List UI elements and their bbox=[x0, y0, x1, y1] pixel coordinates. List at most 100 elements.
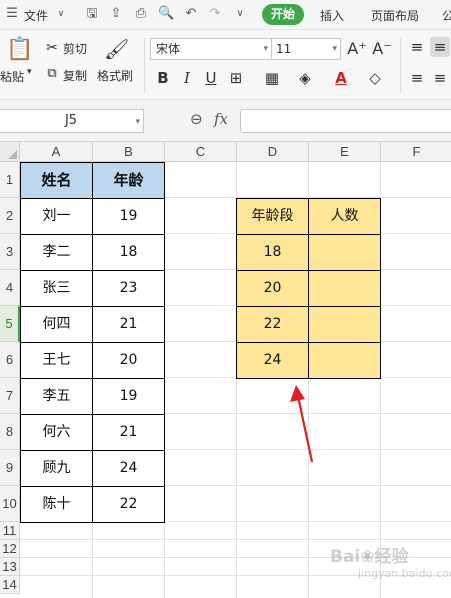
font-name-select[interactable]: 宋体 ▾ bbox=[150, 38, 272, 60]
cell-a1-header-name[interactable]: 姓名 bbox=[20, 162, 93, 199]
row-header-1[interactable]: 1 bbox=[0, 162, 20, 198]
function-icon[interactable]: fx bbox=[214, 110, 228, 128]
borders-icon[interactable]: ⊞ bbox=[226, 68, 246, 88]
font-color-icon[interactable]: A bbox=[331, 68, 351, 88]
cell-reference: J5 bbox=[64, 113, 78, 128]
clear-format-icon[interactable]: ◇ bbox=[365, 68, 385, 88]
bold-button[interactable]: B bbox=[153, 68, 173, 88]
cell-age[interactable]: 21 bbox=[92, 414, 165, 451]
format-painter-button[interactable]: 格式刷 bbox=[97, 67, 133, 84]
cell-name[interactable]: 刘一 bbox=[20, 198, 93, 235]
undo-icon[interactable]: ↶ bbox=[183, 6, 199, 22]
cell-count[interactable] bbox=[308, 306, 381, 343]
cell-age[interactable]: 24 bbox=[92, 450, 165, 487]
row-header-9[interactable]: 9 bbox=[0, 450, 20, 486]
align-middle-icon[interactable]: ≡ bbox=[430, 37, 450, 57]
menu-file[interactable]: 文件 bbox=[24, 7, 48, 24]
name-box[interactable]: J5 ▾ bbox=[0, 109, 144, 133]
column-header-b[interactable]: B bbox=[93, 142, 165, 162]
cell-age-band[interactable]: 20 bbox=[236, 270, 309, 307]
tab-page-layout[interactable]: 页面布局 bbox=[371, 7, 419, 24]
row-header-7[interactable]: 7 bbox=[0, 378, 20, 414]
align-top-icon[interactable]: ≡ bbox=[407, 37, 427, 57]
cell-name[interactable]: 张三 bbox=[20, 270, 93, 307]
cell-name[interactable]: 何四 bbox=[20, 306, 93, 343]
italic-button[interactable]: I bbox=[177, 68, 197, 88]
formula-input[interactable] bbox=[240, 109, 451, 133]
redo-icon[interactable]: ↷ bbox=[207, 6, 223, 22]
cell-name[interactable]: 顾九 bbox=[20, 450, 93, 487]
cell-age[interactable]: 20 bbox=[92, 342, 165, 379]
chevron-down-icon[interactable]: ∨ bbox=[53, 6, 69, 22]
cell-age-band[interactable]: 24 bbox=[236, 342, 309, 379]
tab-home[interactable]: 开始 bbox=[262, 4, 304, 25]
column-header-f[interactable]: F bbox=[381, 142, 451, 162]
column-header-d[interactable]: D bbox=[237, 142, 309, 162]
save-icon[interactable]: 🖫 bbox=[84, 6, 100, 22]
column-header-a[interactable]: A bbox=[20, 142, 93, 162]
cell-name[interactable]: 王七 bbox=[20, 342, 93, 379]
menu-lines-icon[interactable]: ☰ bbox=[4, 6, 20, 22]
cell-count[interactable] bbox=[308, 342, 381, 379]
cell-name[interactable]: 李二 bbox=[20, 234, 93, 271]
row-header-11[interactable]: 11 bbox=[0, 522, 20, 540]
cell-age[interactable]: 19 bbox=[92, 198, 165, 235]
row-header-10[interactable]: 10 bbox=[0, 486, 20, 522]
row-header-12[interactable]: 12 bbox=[0, 540, 20, 558]
format-painter-icon[interactable]: 🖌 bbox=[104, 36, 129, 62]
cell-b1-header-age[interactable]: 年龄 bbox=[92, 162, 165, 199]
paste-icon[interactable]: 📋 bbox=[6, 36, 33, 64]
align-left-icon[interactable]: ≡ bbox=[407, 68, 427, 88]
zoom-search-icon[interactable]: ⊖ bbox=[190, 110, 203, 128]
cell-age[interactable]: 22 bbox=[92, 486, 165, 523]
row-header-8[interactable]: 8 bbox=[0, 414, 20, 450]
cell-d2-header-age-band[interactable]: 年龄段 bbox=[236, 198, 309, 235]
row-header-13[interactable]: 13 bbox=[0, 558, 20, 576]
increase-font-icon[interactable]: A⁺ bbox=[347, 39, 367, 59]
chevron-down-icon: ▾ bbox=[263, 44, 268, 54]
fill-style-icon[interactable]: ▦ bbox=[262, 68, 282, 88]
cell-name[interactable]: 李五 bbox=[20, 378, 93, 415]
cell-age-band[interactable]: 22 bbox=[236, 306, 309, 343]
tab-formulas[interactable]: 公 bbox=[442, 7, 451, 24]
column-header-e[interactable]: E bbox=[309, 142, 381, 162]
chevron-down-icon: ▾ bbox=[135, 117, 140, 127]
row-header-6[interactable]: 6 bbox=[0, 342, 20, 378]
arrow-head bbox=[290, 385, 305, 402]
font-size-select[interactable]: 11 ▾ bbox=[271, 38, 341, 60]
decrease-font-icon[interactable]: A⁻ bbox=[372, 39, 392, 59]
row-header-2[interactable]: 2 bbox=[0, 198, 20, 234]
copy-button[interactable]: 复制 bbox=[63, 67, 87, 84]
row-header-5[interactable]: 5 bbox=[0, 306, 20, 342]
cell-age[interactable]: 23 bbox=[92, 270, 165, 307]
cell-age-band[interactable]: 18 bbox=[236, 234, 309, 271]
print-preview-icon[interactable]: 🔍 bbox=[158, 6, 174, 22]
row-header-3[interactable]: 3 bbox=[0, 234, 20, 270]
more-icon[interactable]: ∨ bbox=[232, 6, 248, 22]
scissors-icon[interactable]: ✂ bbox=[42, 38, 62, 58]
fill-color-icon[interactable]: ◈ bbox=[295, 68, 315, 88]
cut-button[interactable]: 剪切 bbox=[63, 40, 87, 57]
cell-name[interactable]: 何六 bbox=[20, 414, 93, 451]
underline-button[interactable]: U bbox=[201, 68, 221, 88]
cell-name[interactable]: 陈十 bbox=[20, 486, 93, 523]
paste-dropdown-icon[interactable]: ▾ bbox=[27, 67, 32, 77]
copy-icon[interactable]: ⧉ bbox=[42, 64, 62, 84]
cell-age[interactable]: 18 bbox=[92, 234, 165, 271]
paste-button[interactable]: 粘贴 bbox=[0, 68, 24, 85]
column-header-c[interactable]: C bbox=[165, 142, 237, 162]
cell-age[interactable]: 21 bbox=[92, 306, 165, 343]
gridline bbox=[20, 539, 451, 540]
cell-count[interactable] bbox=[308, 270, 381, 307]
row-header-14[interactable]: 14 bbox=[0, 576, 20, 594]
align-center-icon[interactable]: ≡ bbox=[430, 68, 450, 88]
cell-e2-header-count[interactable]: 人数 bbox=[308, 198, 381, 235]
row-header-4[interactable]: 4 bbox=[0, 270, 20, 306]
print-icon[interactable]: ⎙ bbox=[133, 6, 149, 22]
cell-count[interactable] bbox=[308, 234, 381, 271]
tab-insert[interactable]: 插入 bbox=[320, 7, 344, 24]
cell-age[interactable]: 19 bbox=[92, 378, 165, 415]
select-all-corner[interactable] bbox=[0, 142, 20, 162]
arrow-shaft bbox=[296, 395, 314, 463]
export-icon[interactable]: ⇪ bbox=[108, 6, 124, 22]
